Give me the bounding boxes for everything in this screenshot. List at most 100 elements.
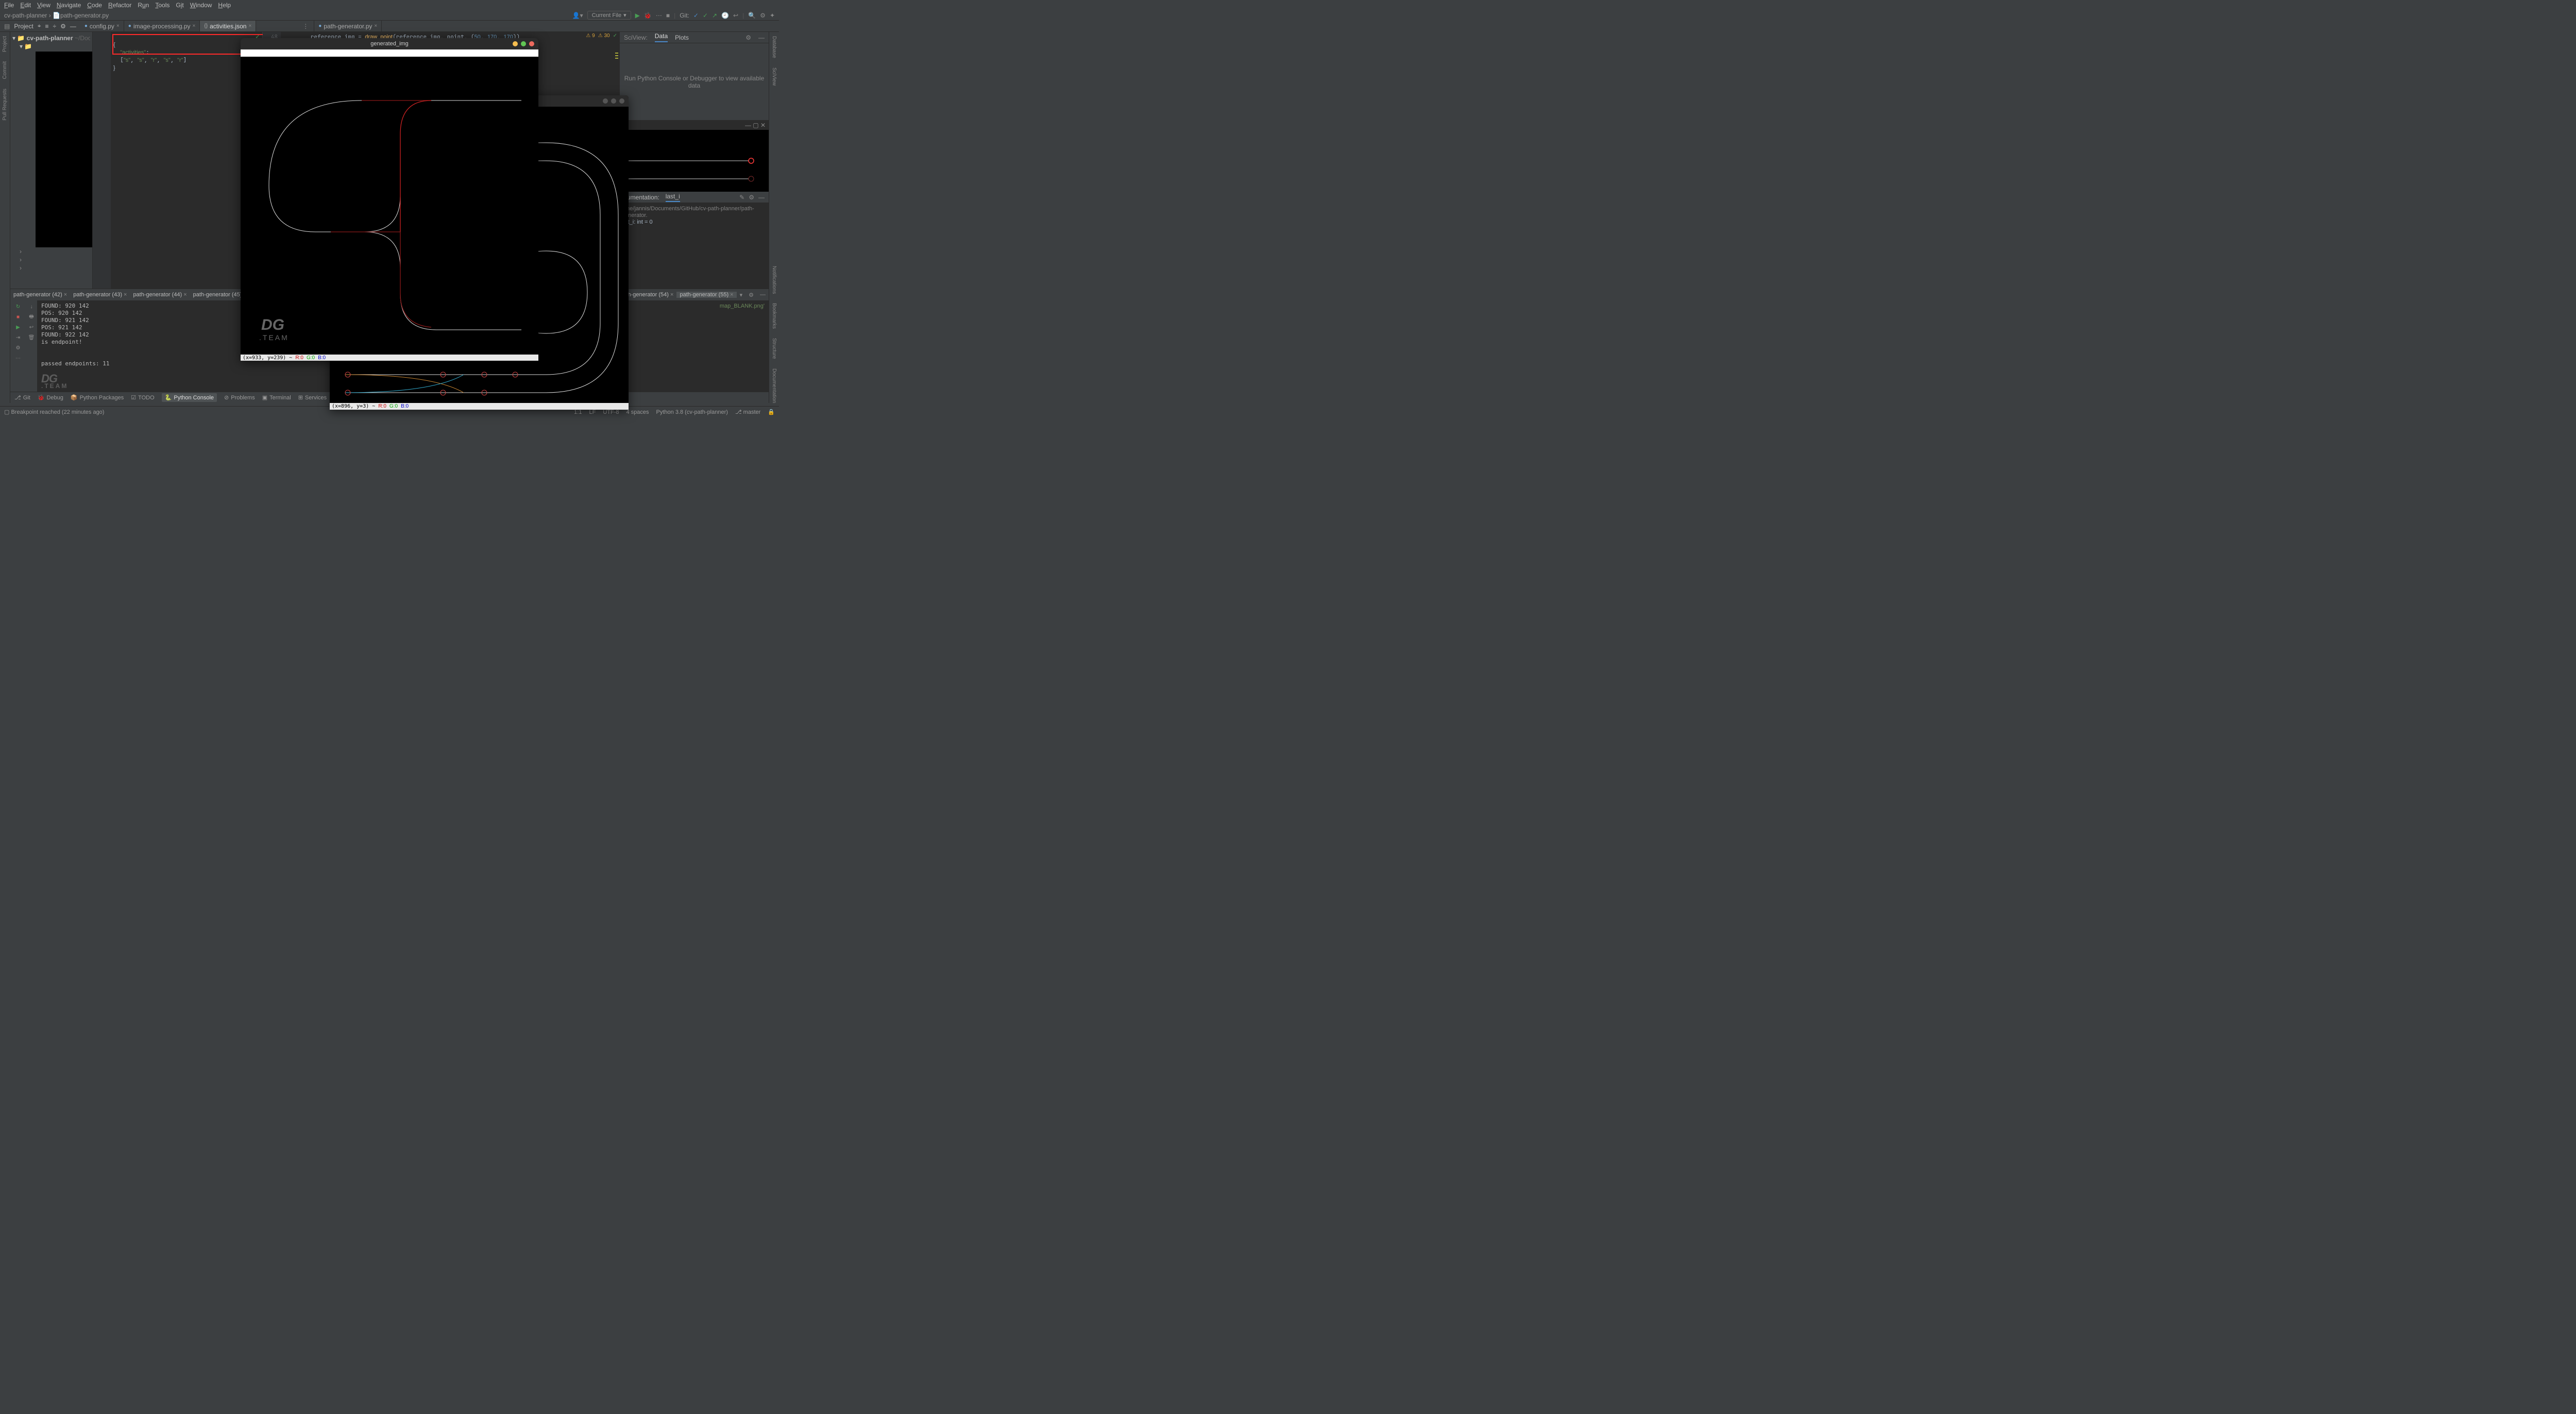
run-tab-42[interactable]: path-generator (42)×: [10, 292, 70, 298]
cv-window-titlebar[interactable]: generated_img: [241, 38, 538, 49]
menu-help[interactable]: Help: [218, 2, 231, 9]
breadcrumb-file[interactable]: path-generator.py: [60, 12, 109, 19]
run-hide-icon[interactable]: —: [757, 292, 769, 298]
tool-sciview[interactable]: SciView: [771, 68, 777, 86]
git-update-button[interactable]: ✓: [693, 12, 699, 19]
stop-process-button[interactable]: ■: [14, 313, 22, 321]
menu-git[interactable]: Git: [176, 2, 183, 9]
tab-image-processing[interactable]: ●image-processing.py×: [124, 21, 200, 31]
tool-bookmarks[interactable]: Bookmarks: [771, 303, 777, 329]
close-icon[interactable]: ×: [248, 23, 251, 29]
tool-documentation[interactable]: Documentation: [771, 368, 777, 403]
status-branch[interactable]: ⎇ master: [735, 409, 760, 415]
console-settings-button[interactable]: ⚙: [14, 344, 22, 352]
tool-services[interactable]: ⊞ Services: [298, 394, 327, 401]
close-icon[interactable]: ×: [193, 23, 196, 29]
run-tab-55[interactable]: path-generator (55)×: [676, 292, 736, 298]
status-encoding[interactable]: UTF-8: [603, 409, 619, 415]
inspection-badges[interactable]: ⚠ 9 ⚠ 30 ✓: [586, 33, 617, 39]
status-bg-tasks-icon[interactable]: ▢: [4, 409, 9, 415]
debug-button[interactable]: 🐞: [644, 12, 652, 19]
close-icon[interactable]: ×: [116, 23, 120, 29]
tab-activities-json[interactable]: {}activities.json×: [200, 21, 256, 31]
show-options-icon[interactable]: ⚙: [60, 23, 66, 30]
doc-subject[interactable]: last_i: [666, 193, 680, 202]
print-button[interactable]: 🖶: [27, 313, 36, 321]
sciview-tab-data[interactable]: Data: [655, 32, 668, 42]
select-opened-file-icon[interactable]: ⌖: [38, 22, 41, 30]
status-lock-icon[interactable]: 🔒: [768, 409, 775, 415]
cv-window-generated-img[interactable]: generated_img DG .TEAM (x=933, y=239) ~ …: [241, 38, 538, 361]
sciview-tab-plots[interactable]: Plots: [675, 34, 689, 41]
hide-icon[interactable]: —: [70, 23, 76, 30]
tool-structure[interactable]: Structure: [771, 338, 777, 359]
clear-button[interactable]: 🗑: [27, 333, 36, 342]
tree-root[interactable]: cv-path-planner: [27, 35, 73, 42]
user-icon[interactable]: 👤▾: [572, 12, 583, 19]
menu-code[interactable]: Code: [87, 2, 102, 9]
run-button[interactable]: ▶: [635, 12, 640, 19]
tool-debug[interactable]: 🐞 Debug: [38, 394, 63, 401]
menu-edit[interactable]: Edit: [20, 2, 31, 9]
status-interpreter[interactable]: Python 3.8 (cv-path-planner): [656, 409, 728, 415]
project-tree[interactable]: ▾ 📁 cv-path-planner ~/Documer ▾ 📁 › › › …: [10, 32, 93, 289]
more-run-button[interactable]: ⋯: [656, 12, 662, 19]
stop-button[interactable]: ■: [666, 12, 670, 19]
tool-pull-requests[interactable]: Pull Requests: [2, 89, 8, 121]
maximize-icon[interactable]: [521, 41, 526, 46]
git-push-button[interactable]: ↗: [712, 12, 717, 19]
tool-commit[interactable]: Commit: [2, 61, 8, 79]
tool-python-packages[interactable]: 📦 Python Packages: [71, 394, 124, 401]
tool-project[interactable]: Project: [2, 36, 8, 52]
project-tool-label[interactable]: Project: [14, 23, 33, 30]
tab-config[interactable]: ●config.py×: [80, 21, 124, 31]
run-settings-icon[interactable]: ⚙: [745, 292, 757, 298]
settings-button[interactable]: ⚙: [760, 12, 766, 19]
close-icon[interactable]: ×: [374, 23, 377, 29]
menu-tools[interactable]: Tools: [155, 2, 170, 9]
menu-view[interactable]: View: [37, 2, 50, 9]
run-config-selector[interactable]: Current File ▾: [587, 11, 631, 20]
scroll-to-end-button[interactable]: ↓: [27, 302, 36, 311]
git-history-button[interactable]: 🕘: [721, 12, 729, 19]
tool-todo[interactable]: ☑ TODO: [131, 394, 154, 401]
run-tab-43[interactable]: path-generator (43)×: [70, 292, 130, 298]
status-line-col[interactable]: 1:1: [574, 409, 582, 415]
menu-file[interactable]: File: [4, 2, 14, 9]
sciview-hide-icon[interactable]: —: [758, 34, 765, 41]
doc-edit-icon[interactable]: ✎: [739, 194, 744, 201]
status-eol[interactable]: LF: [589, 409, 596, 415]
run-tabs-chevron-icon[interactable]: ▾: [737, 292, 746, 298]
menu-window[interactable]: Window: [190, 2, 212, 9]
close-icon[interactable]: [529, 41, 534, 46]
expand-all-icon[interactable]: ≡: [45, 23, 48, 30]
editor-more-icon[interactable]: ⋮: [302, 23, 309, 30]
step-button[interactable]: ⇥: [14, 333, 22, 342]
status-indent[interactable]: 4 spaces: [626, 409, 649, 415]
run-tab-44[interactable]: path-generator (44)×: [130, 292, 190, 298]
tab-path-generator[interactable]: ●path-generator.py×: [314, 21, 382, 31]
breadcrumb-project[interactable]: cv-path-planner: [4, 12, 47, 19]
tool-database[interactable]: Database: [771, 36, 777, 58]
menu-refactor[interactable]: Refactor: [108, 2, 131, 9]
soft-wrap-button[interactable]: ↩: [27, 323, 36, 331]
resume-button[interactable]: ▶: [14, 323, 22, 331]
menu-run[interactable]: Run: [138, 2, 149, 9]
sciview-settings-icon[interactable]: ⚙: [745, 34, 751, 41]
tool-notifications[interactable]: Notifications: [771, 266, 777, 294]
tool-terminal[interactable]: ▣ Terminal: [262, 394, 291, 401]
notifications-button[interactable]: ✦: [770, 12, 775, 19]
menu-navigate[interactable]: Navigate: [57, 2, 81, 9]
console-more-button[interactable]: ⋯: [14, 354, 22, 362]
minimize-icon[interactable]: [513, 41, 518, 46]
doc-hide-icon[interactable]: —: [758, 194, 765, 201]
editor-json[interactable]: ✓ { "activities": ["s", "s", "r", "s", "…: [93, 32, 263, 289]
git-commit-button[interactable]: ✓: [703, 12, 708, 19]
tool-python-console[interactable]: 🐍 Python Console: [162, 393, 217, 402]
sciview-window-controls[interactable]: — ▢ ✕: [620, 121, 769, 130]
rerun-button[interactable]: ↻: [14, 302, 22, 311]
tool-problems[interactable]: ⊘ Problems: [224, 394, 255, 401]
doc-settings-icon[interactable]: ⚙: [749, 194, 754, 201]
tool-git[interactable]: ⎇ Git: [14, 394, 30, 401]
git-rollback-button[interactable]: ↩: [733, 12, 738, 19]
